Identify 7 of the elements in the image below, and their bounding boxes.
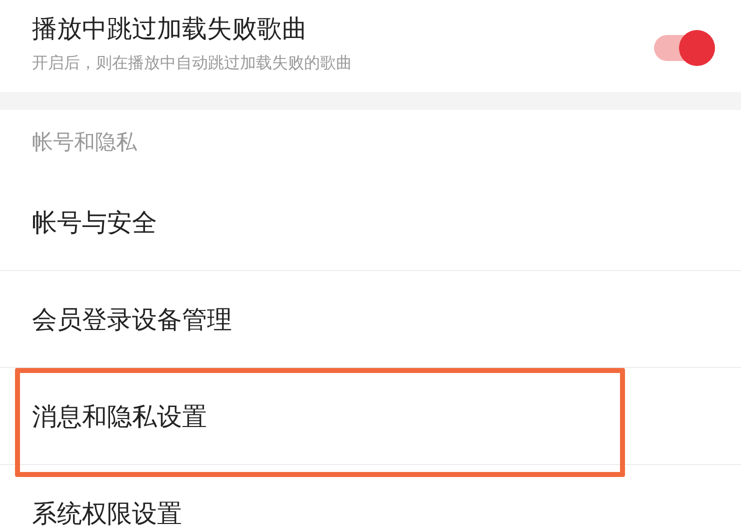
setting-description: 开启后，则在播放中自动跳过加载失败的歌曲 xyxy=(32,53,352,74)
settings-item[interactable]: 会员登录设备管理 xyxy=(32,302,232,336)
settings-item[interactable]: 系统权限设置 xyxy=(32,496,182,526)
setting-title: 播放中跳过加载失败歌曲 xyxy=(32,13,308,45)
settings-item[interactable]: 消息和隐私设置 xyxy=(32,400,207,432)
settings-item[interactable]: 帐号与安全 xyxy=(32,206,157,238)
section-header: 帐号和隐私 xyxy=(31,129,138,156)
